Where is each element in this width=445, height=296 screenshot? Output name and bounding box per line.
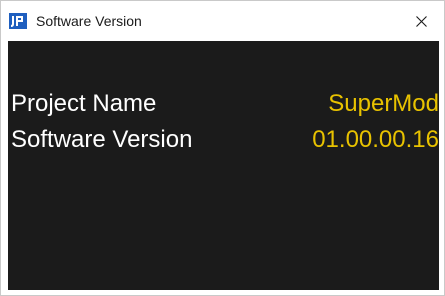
version-info-panel: Project Name SuperMod Software Version 0… — [8, 41, 439, 290]
project-name-value: SuperMod — [328, 90, 439, 117]
close-button[interactable] — [398, 1, 444, 41]
software-version-dialog: Software Version Project Name SuperMod S… — [0, 0, 445, 296]
app-logo-icon — [9, 13, 27, 29]
software-version-row: Software Version 01.00.00.16 — [8, 125, 439, 155]
software-version-value: 01.00.00.16 — [312, 126, 439, 153]
project-name-label: Project Name — [11, 90, 157, 117]
project-name-row: Project Name SuperMod — [8, 89, 439, 119]
window-title: Software Version — [36, 13, 142, 29]
close-icon — [415, 15, 427, 27]
software-version-label: Software Version — [11, 126, 193, 153]
title-bar[interactable]: Software Version — [1, 1, 444, 41]
